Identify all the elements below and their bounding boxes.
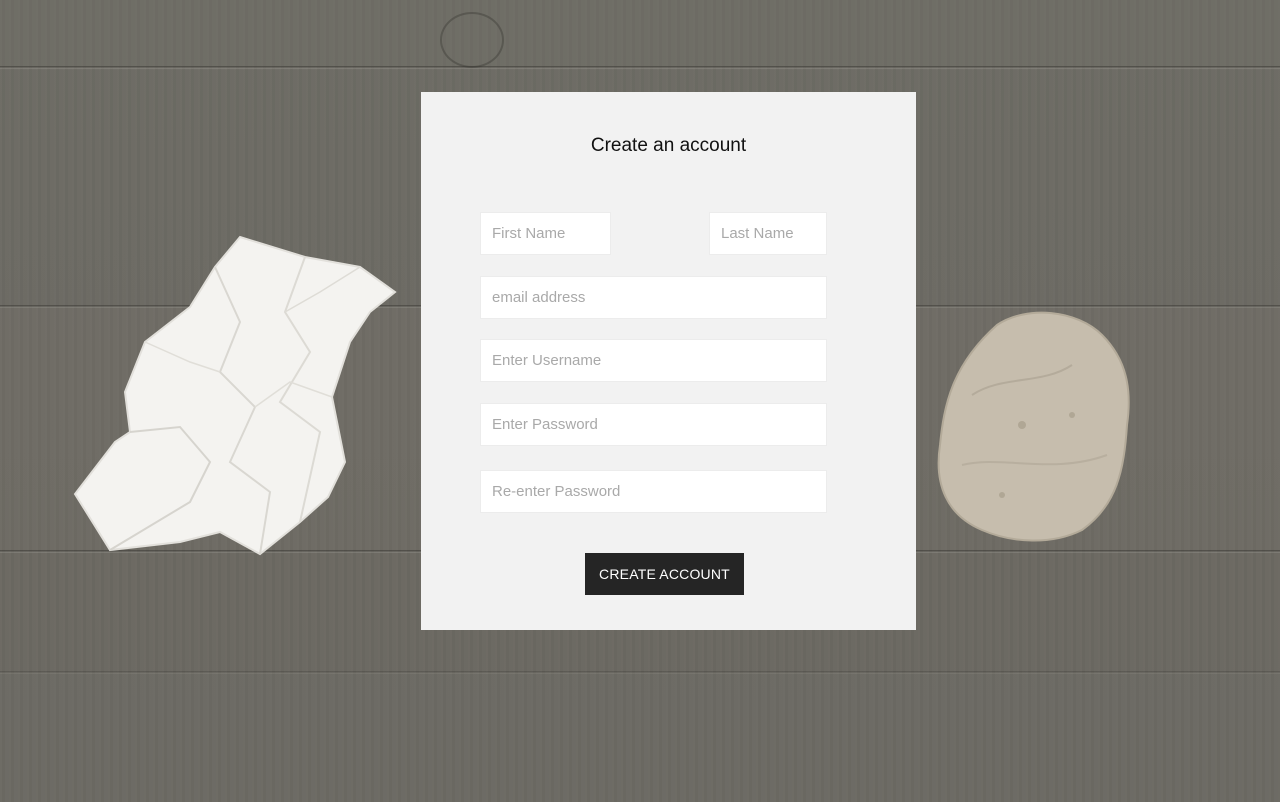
form-title: Create an account <box>590 135 747 156</box>
plank-seam <box>0 66 1280 69</box>
rock-image <box>937 311 1130 542</box>
username-input[interactable] <box>480 339 827 382</box>
last-name-input[interactable] <box>709 212 827 255</box>
wood-knot <box>440 12 504 68</box>
create-account-button[interactable]: CREATE ACCOUNT <box>585 553 744 595</box>
confirm-password-input[interactable] <box>480 470 827 513</box>
plank-seam <box>0 671 1280 674</box>
first-name-input[interactable] <box>480 212 611 255</box>
email-input[interactable] <box>480 276 827 319</box>
crumpled-paper-image <box>73 235 397 556</box>
password-input[interactable] <box>480 403 827 446</box>
